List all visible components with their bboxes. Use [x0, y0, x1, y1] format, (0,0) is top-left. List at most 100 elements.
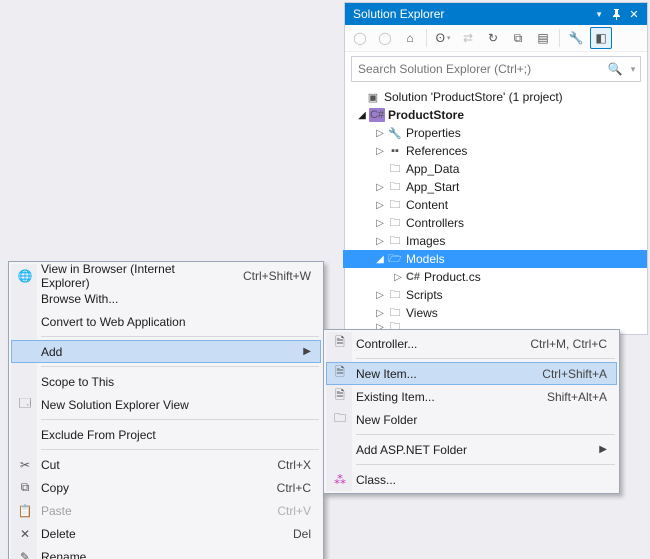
tree-references-label: References — [406, 144, 473, 158]
submenu-new-folder[interactable]: 🗀New Folder — [326, 408, 617, 431]
menu-copy[interactable]: ⧉CopyCtrl+C — [11, 476, 321, 499]
tree-appdata-label: App_Data — [406, 162, 465, 176]
toolbar-sep — [426, 29, 427, 47]
show-all-files-icon[interactable]: ▤ — [532, 27, 554, 49]
chevron-down-icon[interactable]: ◢ — [355, 110, 369, 121]
new-item-icon: 🗎 — [330, 363, 350, 384]
panel-dropdown-icon[interactable]: ▼ — [595, 10, 603, 19]
folder-icon: 🗀 — [387, 162, 403, 176]
menu-sep — [356, 358, 615, 359]
tree-views[interactable]: ▷🗀Views — [373, 304, 647, 322]
solution-explorer-panel: Solution Explorer ▼ ✕ ◯ ◯ ⌂ ʘ▾ ⇄ ↻ ⧉ ▤ 🔧… — [344, 2, 648, 335]
chevron-right-icon[interactable]: ▷ — [373, 236, 387, 247]
menu-cut[interactable]: ✂CutCtrl+X — [11, 453, 321, 476]
chevron-right-icon[interactable]: ▷ — [373, 218, 387, 229]
globe-icon: 🌐 — [15, 269, 35, 283]
menu-new-view[interactable]: 🗔New Solution Explorer View — [11, 393, 321, 416]
context-menu: 🌐View in Browser (Internet Explorer)Ctrl… — [8, 261, 324, 559]
chevron-right-icon[interactable]: ▷ — [373, 182, 387, 193]
folder-open-icon: 🗁 — [387, 252, 403, 266]
properties-icon[interactable]: 🔧 — [565, 27, 587, 49]
tree-views-label: Views — [406, 306, 444, 320]
csharp-file-icon: C# — [405, 270, 421, 284]
tree-models[interactable]: ◢🗁Models — [343, 250, 647, 268]
search-bar[interactable]: 🔍 ▾ — [351, 56, 641, 82]
pending-changes-icon[interactable]: ʘ▾ — [432, 27, 454, 49]
submenu-asp-folder[interactable]: Add ASP.NET Folder▶ — [326, 438, 617, 461]
chevron-right-icon[interactable]: ▷ — [373, 200, 387, 211]
tree-references[interactable]: ▷▪▪References — [373, 142, 647, 160]
forward-icon[interactable]: ◯ — [374, 27, 396, 49]
search-dropdown-icon[interactable]: ▾ — [626, 64, 640, 75]
menu-sep — [41, 366, 319, 367]
folder-icon: 🗀 — [387, 288, 403, 302]
menu-sep — [356, 434, 615, 435]
menu-sep — [41, 336, 319, 337]
tree-images-label: Images — [406, 234, 451, 248]
sync-icon[interactable]: ⇄ — [457, 27, 479, 49]
submenu-arrow-icon: ▶ — [303, 346, 311, 357]
tree-solution-label: Solution 'ProductStore' (1 project) — [384, 90, 569, 104]
tree-content[interactable]: ▷🗀Content — [373, 196, 647, 214]
menu-browse-with[interactable]: Browse With... — [11, 287, 321, 310]
chevron-right-icon[interactable]: ▷ — [391, 272, 405, 283]
chevron-right-icon[interactable]: ▷ — [373, 146, 387, 157]
references-icon: ▪▪ — [387, 144, 403, 158]
menu-paste: 📋PasteCtrl+V — [11, 499, 321, 522]
folder-icon: 🗀 — [387, 198, 403, 212]
chevron-right-icon[interactable]: ▷ — [373, 290, 387, 301]
solution-icon — [365, 90, 381, 104]
menu-add[interactable]: Add▶ — [11, 340, 321, 363]
search-icon[interactable]: 🔍 — [604, 62, 626, 76]
submenu-controller[interactable]: 🗎Controller...Ctrl+M, Ctrl+C — [326, 332, 617, 355]
new-folder-icon: 🗀 — [330, 409, 350, 430]
preview-selected-icon[interactable]: ◧ — [590, 27, 612, 49]
refresh-icon[interactable]: ↻ — [482, 27, 504, 49]
back-icon[interactable]: ◯ — [349, 27, 371, 49]
tree-properties[interactable]: ▷🔧Properties — [373, 124, 647, 142]
menu-delete[interactable]: ✕DeleteDel — [11, 522, 321, 545]
menu-scope[interactable]: Scope to This — [11, 370, 321, 393]
csproj-icon: C# — [369, 108, 385, 122]
home-icon[interactable]: ⌂ — [399, 27, 421, 49]
submenu-existing-item[interactable]: 🗎Existing Item...Shift+Alt+A — [326, 385, 617, 408]
menu-convert[interactable]: Convert to Web Application — [11, 310, 321, 333]
tree-scripts-label: Scripts — [406, 288, 449, 302]
tree-appdata[interactable]: ▷🗀App_Data — [373, 160, 647, 178]
menu-view-in-browser[interactable]: 🌐View in Browser (Internet Explorer)Ctrl… — [11, 264, 321, 287]
tree-project-label: ProductStore — [388, 108, 470, 122]
tree-controllers[interactable]: ▷🗀Controllers — [373, 214, 647, 232]
tree-product-cs[interactable]: ▷C#Product.cs — [391, 268, 647, 286]
menu-sep — [356, 464, 615, 465]
panel-title: Solution Explorer — [353, 7, 595, 21]
chevron-right-icon[interactable]: ▷ — [373, 308, 387, 319]
wrench-icon: 🔧 — [387, 126, 403, 140]
tree-properties-label: Properties — [406, 126, 467, 140]
chevron-down-icon[interactable]: ◢ — [373, 254, 387, 265]
toolbar-sep-2 — [559, 29, 560, 47]
copy-icon: ⧉ — [15, 480, 35, 495]
tree-scripts[interactable]: ▷🗀Scripts — [373, 286, 647, 304]
tree-appstart-label: App_Start — [406, 180, 465, 194]
chevron-right-icon[interactable]: ▷ — [373, 128, 387, 139]
close-icon[interactable]: ✕ — [625, 5, 643, 23]
menu-rename[interactable]: ✎Rename — [11, 545, 321, 559]
collapse-all-icon[interactable]: ⧉ — [507, 27, 529, 49]
class-icon: ⁂ — [330, 473, 350, 487]
solution-tree: ▶ Solution 'ProductStore' (1 project) ◢C… — [345, 86, 647, 334]
tree-solution[interactable]: ▶ Solution 'ProductStore' (1 project) — [351, 88, 647, 106]
rename-icon: ✎ — [15, 550, 35, 559]
tree-appstart[interactable]: ▷🗀App_Start — [373, 178, 647, 196]
tree-product-cs-label: Product.cs — [424, 270, 487, 284]
menu-exclude[interactable]: Exclude From Project — [11, 423, 321, 446]
submenu-class[interactable]: ⁂Class... — [326, 468, 617, 491]
folder-icon: 🗀 — [387, 234, 403, 248]
tree-images[interactable]: ▷🗀Images — [373, 232, 647, 250]
pin-icon[interactable] — [607, 5, 625, 23]
tree-project[interactable]: ◢C# ProductStore — [355, 106, 647, 124]
paste-icon: 📋 — [15, 504, 35, 518]
folder-icon: 🗀 — [387, 216, 403, 230]
submenu-new-item[interactable]: 🗎New Item...Ctrl+Shift+A — [326, 362, 617, 385]
search-input[interactable] — [352, 62, 604, 76]
submenu-arrow-icon: ▶ — [599, 444, 607, 455]
